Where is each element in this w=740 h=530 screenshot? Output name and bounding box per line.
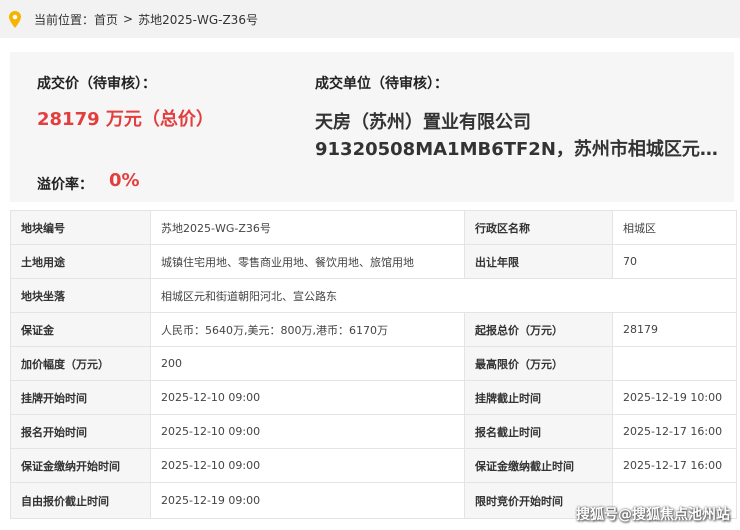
price-value: 28179 万元（总价） (37, 109, 214, 130)
field-value: 2025-12-19 09:00 (150, 482, 465, 519)
table-row: 保证金 人民币：5640万,美元：800万,港币：6170万 起报总价（万元） … (10, 312, 737, 347)
premium-rate-value: 0% (109, 170, 140, 191)
field-value: 2025-12-17 16:00 (612, 414, 737, 449)
table-row: 地块坐落 相城区元和街道朝阳河北、宣公路东 (10, 278, 737, 313)
field-value: 2025-12-17 16:00 (612, 448, 737, 483)
field-label: 保证金缴纳截止时间 (464, 448, 613, 483)
location-pin-icon (8, 10, 22, 28)
field-value: 城镇住宅用地、零售商业用地、餐饮用地、旅馆用地 (150, 244, 465, 279)
field-value: 人民币：5640万,美元：800万,港币：6170万 (150, 312, 465, 347)
field-value: 相城区 (612, 210, 737, 245)
watermark: 搜狐号@搜狐焦点池州站 (576, 507, 730, 523)
field-label: 报名开始时间 (10, 414, 151, 449)
winner-label: 成交单位（待审核）： (315, 76, 448, 92)
field-label: 自由报价截止时间 (10, 482, 151, 519)
field-label: 土地用途 (10, 244, 151, 279)
price-label: 成交价（待审核）： (37, 76, 156, 92)
field-value: 2025-12-10 09:00 (150, 414, 465, 449)
breadcrumb-separator: > (123, 12, 134, 26)
table-row: 挂牌开始时间 2025-12-10 09:00 挂牌截止时间 2025-12-1… (10, 380, 737, 415)
table-row: 地块编号 苏地2025-WG-Z36号 行政区名称 相城区 (10, 210, 737, 245)
table-row: 报名开始时间 2025-12-10 09:00 报名截止时间 2025-12-1… (10, 414, 737, 449)
winner-name: 天房（苏州）置业有限公司 (315, 112, 531, 133)
field-label: 保证金 (10, 312, 151, 347)
deal-summary-panel: 成交价（待审核）： 28179 万元（总价） 成交单位（待审核）： 天房（苏州）… (10, 52, 734, 202)
table-row: 保证金缴纳开始时间 2025-12-10 09:00 保证金缴纳截止时间 202… (10, 448, 737, 483)
premium-rate-label: 溢价率： (37, 177, 93, 193)
field-value: 2025-12-10 09:00 (150, 448, 465, 483)
field-value: 200 (150, 346, 465, 381)
field-value: 28179 (612, 312, 737, 347)
field-label: 起报总价（万元） (464, 312, 613, 347)
field-value: 2025-12-19 10:00 (612, 380, 737, 415)
field-value: 2025-12-10 09:00 (150, 380, 465, 415)
field-label: 挂牌截止时间 (464, 380, 613, 415)
field-label: 报名截止时间 (464, 414, 613, 449)
winner-detail: 91320508MA1MB6TF2N，苏州市相城区元和街道 (315, 139, 727, 160)
field-value: 相城区元和街道朝阳河北、宣公路东 (150, 278, 737, 313)
breadcrumb-home-link[interactable]: 首页 (94, 11, 118, 28)
field-label: 地块坐落 (10, 278, 151, 313)
field-label: 加价幅度（万元） (10, 346, 151, 381)
field-label: 地块编号 (10, 210, 151, 245)
field-value: 苏地2025-WG-Z36号 (150, 210, 465, 245)
breadcrumb: 当前位置： 首页 > 苏地2025-WG-Z36号 (0, 0, 740, 38)
land-info-table: 地块编号 苏地2025-WG-Z36号 行政区名称 相城区 土地用途 城镇住宅用… (10, 210, 737, 519)
field-label: 保证金缴纳开始时间 (10, 448, 151, 483)
field-value (612, 346, 737, 381)
breadcrumb-current: 苏地2025-WG-Z36号 (138, 12, 258, 27)
table-row: 加价幅度（万元） 200 最高限价（万元） (10, 346, 737, 381)
field-label: 出让年限 (464, 244, 613, 279)
field-value: 70 (612, 244, 737, 279)
table-row: 土地用途 城镇住宅用地、零售商业用地、餐饮用地、旅馆用地 出让年限 70 (10, 244, 737, 279)
field-label: 行政区名称 (464, 210, 613, 245)
field-label: 最高限价（万元） (464, 346, 613, 381)
breadcrumb-label: 当前位置： (34, 12, 95, 27)
field-label: 挂牌开始时间 (10, 380, 151, 415)
